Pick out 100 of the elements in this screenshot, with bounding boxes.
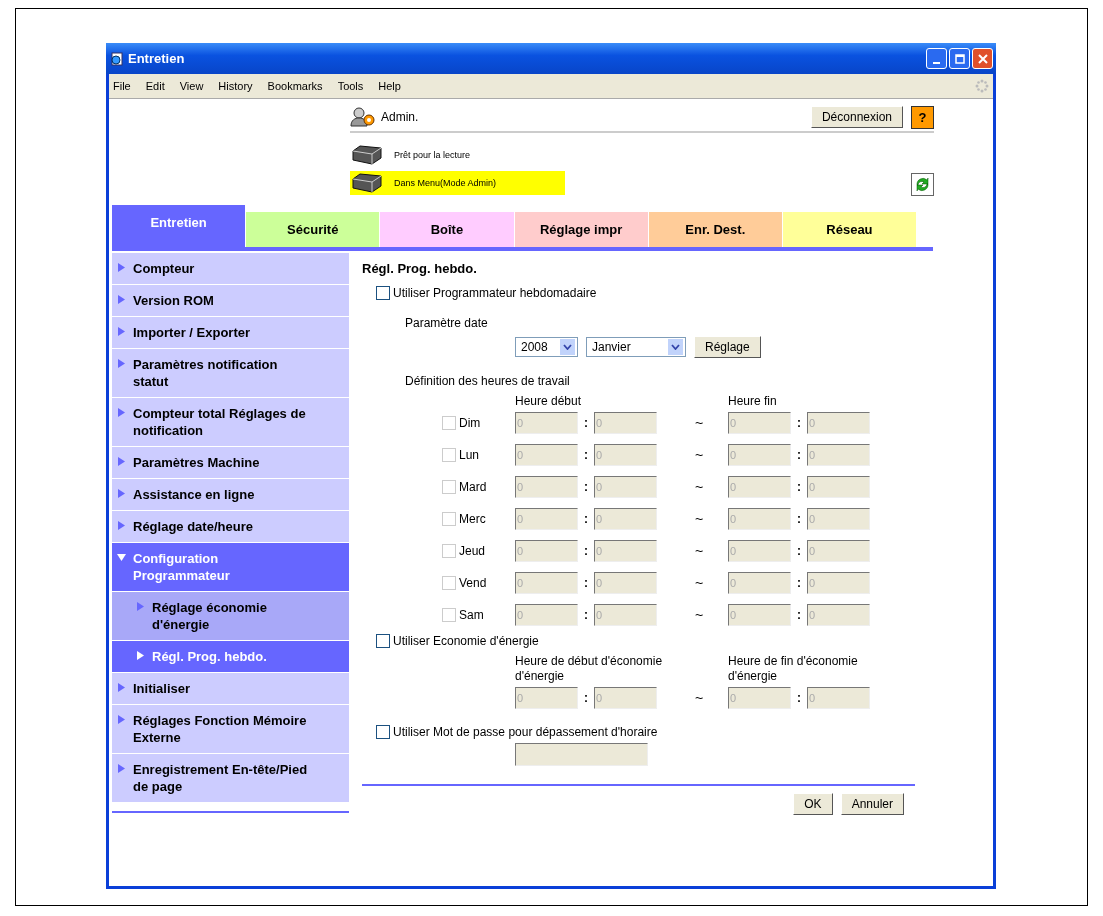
column-header: Heure de début d'économie d'énergie bbox=[515, 654, 664, 684]
refresh-icon[interactable] bbox=[911, 173, 934, 196]
colon-separator: : bbox=[796, 608, 802, 622]
triangle-right-icon bbox=[117, 408, 126, 417]
user-label: Admin. bbox=[381, 110, 420, 124]
colon-separator: : bbox=[583, 512, 589, 526]
colon-separator: : bbox=[796, 544, 802, 558]
sidebar-item[interactable]: Importer / Exporter bbox=[112, 317, 349, 349]
sidebar-item[interactable]: Assistance en ligne bbox=[112, 479, 349, 511]
triangle-right-icon bbox=[117, 715, 126, 724]
triangle-right-icon bbox=[117, 521, 126, 530]
section-title: Régl. Prog. hebdo. bbox=[362, 261, 478, 276]
colon-separator: : bbox=[583, 416, 589, 430]
menu-item[interactable]: History bbox=[218, 80, 253, 92]
checkbox-label: Utiliser Economie d'énergie bbox=[393, 634, 539, 648]
colon-separator: : bbox=[583, 608, 589, 622]
tilde-separator: ~ bbox=[693, 415, 705, 431]
close-icon bbox=[977, 53, 988, 64]
window-title: Entretien bbox=[128, 51, 186, 66]
tilde-separator: ~ bbox=[693, 479, 705, 495]
sidebar-subitem[interactable]: Réglage économie d'énergie bbox=[112, 592, 349, 641]
menu-item[interactable]: Tools bbox=[337, 80, 364, 92]
printer-icon bbox=[350, 144, 384, 166]
day-label: Dim bbox=[459, 416, 481, 430]
field-label: Définition des heures de travail bbox=[405, 374, 571, 388]
day-label: Jeud bbox=[459, 544, 486, 558]
triangle-right-icon bbox=[117, 457, 126, 466]
dropdown[interactable]: Janvier bbox=[586, 337, 686, 357]
colon-separator: : bbox=[583, 480, 589, 494]
minimize-icon bbox=[933, 61, 940, 64]
maximize-button[interactable] bbox=[949, 48, 970, 69]
cancel-button[interactable]: Annuler bbox=[840, 793, 904, 815]
sidebar-item[interactable]: Paramètres notification statut bbox=[112, 349, 349, 398]
sidebar-item[interactable]: Réglage date/heure bbox=[112, 511, 349, 543]
dropdown[interactable]: 2008 bbox=[515, 337, 578, 357]
tilde-separator: ~ bbox=[693, 447, 705, 463]
status-text: Dans Menu(Mode Admin) bbox=[394, 178, 497, 188]
menu-item[interactable]: File bbox=[113, 80, 131, 92]
column-header: Heure fin bbox=[728, 394, 778, 408]
set-button[interactable]: Réglage bbox=[694, 336, 761, 358]
close-button[interactable] bbox=[972, 48, 993, 69]
triangle-right-icon bbox=[117, 263, 126, 272]
colon-separator: : bbox=[583, 576, 589, 590]
checkbox[interactable] bbox=[376, 286, 390, 300]
tilde-separator: ~ bbox=[693, 607, 705, 623]
sidebar-subitem[interactable]: Régl. Prog. hebdo. bbox=[112, 641, 349, 673]
menu-item[interactable]: Bookmarks bbox=[267, 80, 323, 92]
menu-item[interactable]: Edit bbox=[145, 80, 165, 92]
colon-separator: : bbox=[583, 448, 589, 462]
loading-icon bbox=[975, 79, 989, 93]
day-label: Sam bbox=[459, 608, 484, 622]
tab[interactable]: Sécurité bbox=[246, 212, 381, 247]
sidebar-item[interactable]: Enregistrement En-tête/Pied de page bbox=[112, 754, 349, 803]
menu-item[interactable]: Help bbox=[378, 80, 401, 92]
menu-item[interactable]: View bbox=[179, 80, 204, 92]
triangle-right-icon bbox=[117, 683, 126, 692]
column-header: Heure début bbox=[515, 394, 583, 408]
colon-separator: : bbox=[796, 448, 802, 462]
status-text: Prêt pour la lecture bbox=[394, 150, 471, 160]
logout-button[interactable]: Déconnexion bbox=[810, 106, 903, 128]
triangle-right-icon bbox=[117, 327, 126, 336]
colon-separator: : bbox=[796, 480, 802, 494]
checkbox-label: Utiliser Programmateur hebdomadaire bbox=[393, 286, 597, 300]
minimize-button[interactable] bbox=[926, 48, 947, 69]
sidebar-item[interactable]: Initialiser bbox=[112, 673, 349, 705]
sidebar-item[interactable]: Configuration Programmateur bbox=[112, 543, 349, 592]
tab[interactable]: Réglage impr bbox=[514, 212, 649, 247]
triangle-right-icon bbox=[117, 295, 126, 304]
help-button[interactable]: ? bbox=[911, 105, 934, 129]
tab[interactable]: Enr. Dest. bbox=[648, 212, 783, 247]
sidebar-item[interactable]: Réglages Fonction Mémoire Externe bbox=[112, 705, 349, 754]
maximize-icon bbox=[954, 53, 965, 64]
page-icon bbox=[110, 51, 124, 66]
triangle-right-icon bbox=[117, 489, 126, 498]
day-label: Mard bbox=[459, 480, 487, 494]
colon-separator: : bbox=[796, 512, 802, 526]
column-header: Heure de fin d'économie d'énergie bbox=[728, 654, 859, 684]
day-label: Merc bbox=[459, 512, 486, 526]
tilde-separator: ~ bbox=[693, 690, 705, 706]
tilde-separator: ~ bbox=[693, 575, 705, 591]
colon-separator: : bbox=[796, 691, 802, 705]
colon-separator: : bbox=[796, 576, 802, 590]
colon-separator: : bbox=[796, 416, 802, 430]
triangle-right-icon bbox=[136, 651, 145, 660]
field-label: Paramètre date bbox=[405, 316, 489, 330]
tab[interactable]: Réseau bbox=[782, 212, 918, 247]
tab[interactable]: Boîte bbox=[380, 212, 515, 247]
sidebar-item[interactable]: Paramètres Machine bbox=[112, 447, 349, 479]
sidebar-item[interactable]: Compteur bbox=[112, 253, 349, 285]
tilde-separator: ~ bbox=[693, 543, 705, 559]
ok-button[interactable]: OK bbox=[793, 793, 833, 815]
printer-icon bbox=[350, 172, 384, 194]
admin-user-icon bbox=[350, 107, 376, 127]
day-label: Vend bbox=[459, 576, 487, 590]
triangle-down-icon bbox=[117, 553, 126, 562]
sidebar-item[interactable]: Compteur total Réglages de notification bbox=[112, 398, 349, 447]
triangle-right-icon bbox=[136, 602, 145, 611]
sidebar-item[interactable]: Version ROM bbox=[112, 285, 349, 317]
tab[interactable]: Entretien bbox=[112, 205, 247, 247]
day-label: Lun bbox=[459, 448, 480, 462]
